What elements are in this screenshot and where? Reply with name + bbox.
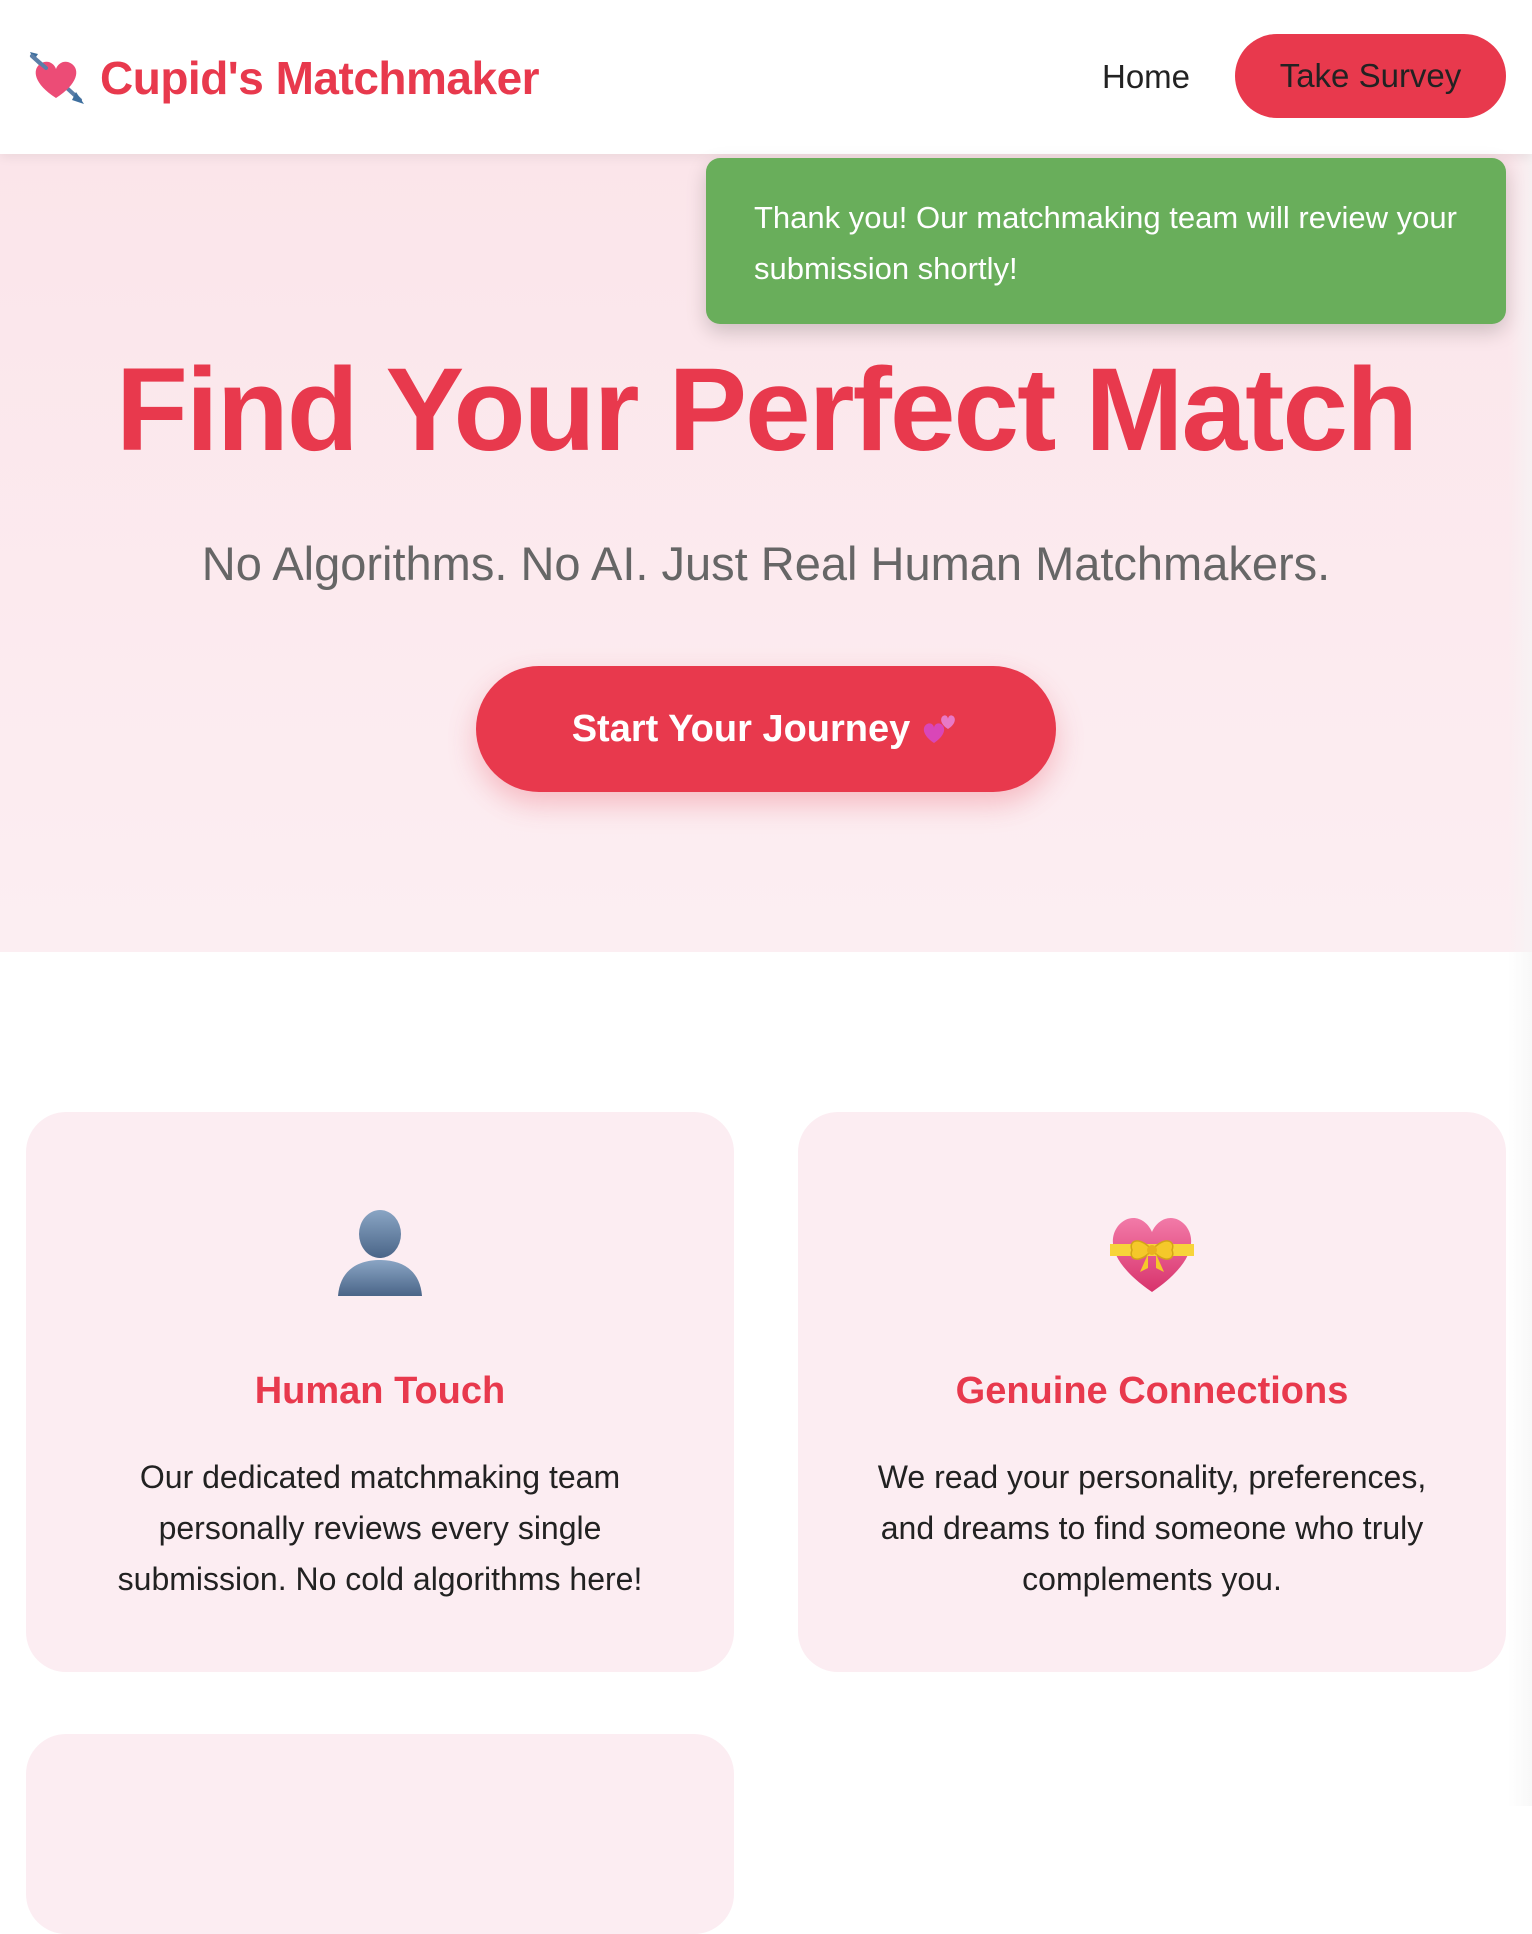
two-hearts-icon [924, 715, 956, 743]
feature-card-genuine-connections: Genuine Connections We read your persona… [798, 1112, 1506, 1672]
success-toast: Thank you! Our matchmaking team will rev… [706, 158, 1506, 324]
heart-with-ribbon-icon [1110, 1218, 1194, 1292]
brand-name: Cupid's Matchmaker [100, 52, 540, 104]
toast-message: Thank you! Our matchmaking team will rev… [754, 200, 1457, 286]
person-silhouette-icon [338, 1210, 422, 1296]
feature-card-human-touch: Human Touch Our dedicated matchmaking te… [26, 1112, 734, 1672]
site-header: Cupid's Matchmaker Home Take Survey [0, 0, 1532, 154]
take-survey-button[interactable]: Take Survey [1235, 34, 1506, 118]
heart-with-arrow-icon [30, 52, 84, 104]
page-edge-shadow [1508, 154, 1532, 1806]
nav-home-link[interactable]: Home [1102, 54, 1190, 100]
feature-card-partial [26, 1734, 734, 1934]
feature-description: Our dedicated matchmaking team personall… [117, 1459, 643, 1597]
feature-description: We read your personality, preferences, a… [877, 1459, 1427, 1597]
brand-logo[interactable]: Cupid's Matchmaker [26, 48, 540, 108]
start-journey-button[interactable]: Start Your Journey [476, 666, 1056, 792]
feature-title: Genuine Connections [955, 1370, 1349, 1412]
hero-title: Find Your Perfect Match [115, 344, 1418, 476]
feature-title: Human Touch [254, 1370, 506, 1412]
hero-subtitle: No Algorithms. No AI. Just Real Human Ma… [201, 537, 1331, 590]
start-journey-label: Start Your Journey [571, 707, 911, 750]
